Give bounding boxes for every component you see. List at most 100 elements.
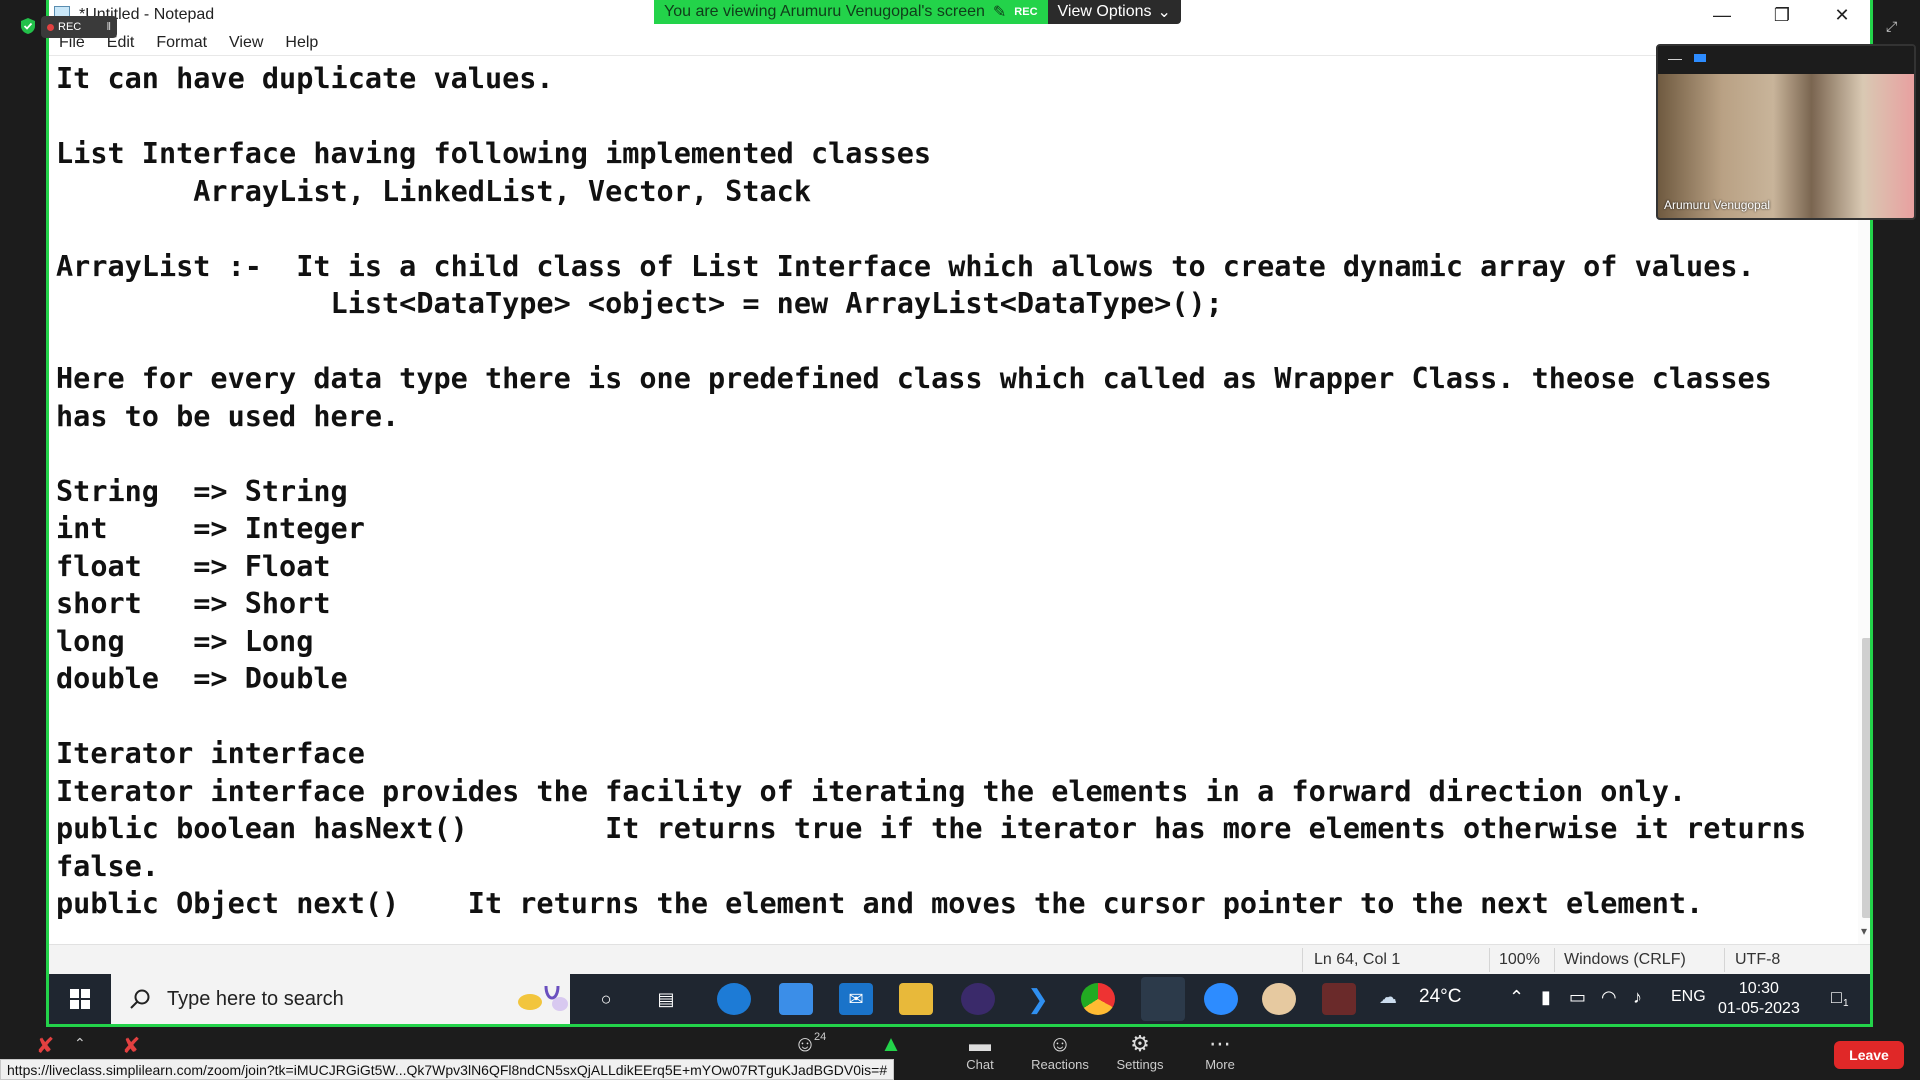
editor-line: short => Short — [56, 587, 331, 620]
taskbar-search[interactable]: Type here to search — [111, 974, 570, 1024]
line-ending: Windows (CRLF) — [1564, 951, 1686, 968]
mail-icon[interactable]: ✉ — [839, 983, 873, 1015]
editor-line: List Interface having following implemen… — [56, 137, 932, 170]
restore-icon[interactable]: ❐ — [1752, 0, 1812, 30]
menu-format[interactable]: Format — [156, 34, 207, 52]
status-divider — [1554, 948, 1555, 972]
menu-help[interactable]: Help — [285, 34, 318, 52]
stop-video-icon[interactable]: ✘ — [122, 1033, 140, 1059]
share-screen-button[interactable]: ▲ — [856, 1031, 926, 1057]
editor-line: It can have duplicate values. — [56, 62, 554, 95]
notification-icon[interactable]: □ — [1831, 987, 1842, 1008]
chat-button[interactable]: ▬ Chat — [945, 1031, 1015, 1072]
pause-record-icon[interactable]: ‖ — [106, 21, 111, 33]
windows-logo-icon — [70, 989, 90, 1009]
menu-view[interactable]: View — [229, 34, 263, 52]
reactions-button[interactable]: ☺ Reactions — [1025, 1031, 1095, 1072]
cursor-position: Ln 64, Col 1 — [1314, 951, 1401, 968]
search-placeholder: Type here to search — [167, 987, 344, 1010]
microphone-icon[interactable]: ▮ — [1541, 987, 1551, 1008]
weather-temperature[interactable]: 24°C — [1419, 986, 1461, 1008]
clock-date: 01-05-2023 — [1718, 1000, 1800, 1017]
chevron-up-icon[interactable]: ⌃ — [1509, 987, 1524, 1008]
recording-indicator[interactable]: REC ‖ — [41, 16, 117, 38]
chat-icon: ▬ — [969, 1031, 991, 1056]
notepad-taskbar-icon[interactable] — [1141, 977, 1185, 1021]
minimize-icon[interactable]: — — [1692, 0, 1752, 30]
shared-screen: *Untitled - Notepad — ❐ ✕ File Edit Form… — [46, 0, 1873, 1027]
gear-icon: ⚙ — [1130, 1031, 1150, 1056]
left-margin — [0, 0, 46, 1027]
editor-line: Iterator interface provides the facility… — [56, 774, 1687, 808]
zoom-app-icon[interactable] — [1204, 983, 1238, 1015]
video-layout-icon[interactable] — [1694, 54, 1706, 62]
scroll-down-icon[interactable]: ▾ — [1861, 924, 1867, 938]
windows-taskbar: Type here to search ○ ▤ ✉ ❯ ☁ 24°C ⌃ ▮ ▭… — [49, 974, 1870, 1024]
encoding: UTF-8 — [1735, 951, 1781, 968]
record-dot-icon — [47, 23, 54, 31]
editor-line: double => Double — [56, 662, 348, 695]
viewing-screen-label: You are viewing Arumuru Venugopal's scre… — [654, 0, 1048, 24]
reactions-label: Reactions — [1031, 1057, 1089, 1072]
participants-count: 24 — [814, 1031, 827, 1043]
chrome-icon[interactable] — [1081, 983, 1115, 1015]
settings-label: Settings — [1116, 1057, 1164, 1072]
editor-line: public Object next() It returns the elem… — [56, 887, 1704, 920]
chat-label: Chat — [966, 1057, 994, 1072]
exit-fullscreen-icon[interactable]: ⤢ — [1886, 18, 1897, 35]
minimize-video-icon[interactable]: — — [1668, 50, 1682, 66]
recording-label: REC — [58, 21, 82, 33]
store-icon[interactable] — [779, 983, 813, 1015]
more-button[interactable]: ⋯ More — [1185, 1031, 1255, 1072]
audio-options-chevron-icon[interactable]: ⌃ — [74, 1035, 86, 1052]
screen-share-banner: You are viewing Arumuru Venugopal's scre… — [654, 0, 1181, 24]
task-view-icon[interactable]: ▤ — [649, 983, 683, 1015]
participant-video[interactable]: — Arumuru Venugopal — [1656, 44, 1916, 220]
edge-icon[interactable] — [717, 983, 751, 1015]
participants-button[interactable]: ☺ 24 — [770, 1031, 840, 1057]
zoom-meeting-window: *Untitled - Notepad — ❐ ✕ File Edit Form… — [0, 0, 1920, 1080]
notification-count: 1 — [1843, 998, 1849, 1009]
cortana-icon[interactable]: ○ — [589, 983, 623, 1015]
text-editor[interactable]: It can have duplicate values. List Inter… — [49, 56, 1858, 944]
editor-line: String => String — [56, 474, 348, 508]
leave-meeting-button[interactable]: Leave — [1834, 1041, 1904, 1069]
shield-icon[interactable] — [20, 17, 36, 35]
editor-line: ArrayList, LinkedList, Vector, Stack — [56, 174, 811, 208]
vscode-icon[interactable]: ❯ — [1021, 983, 1055, 1015]
battery-icon[interactable]: ▭ — [1569, 987, 1586, 1008]
share-screen-icon: ▲ — [880, 1031, 902, 1056]
editor-line: has to be used here. — [56, 399, 400, 433]
zoom-level: 100% — [1499, 951, 1540, 968]
view-options-button[interactable]: View Options ⌄ — [1047, 0, 1181, 24]
settings-button[interactable]: ⚙ Settings — [1105, 1031, 1175, 1072]
paint-icon[interactable] — [1262, 983, 1296, 1015]
status-bar: Ln 64, Col 1 100% Windows (CRLF) UTF-8 — [49, 944, 1870, 974]
editor-content[interactable]: It can have duplicate values. List Inter… — [56, 60, 1858, 923]
editor-line: List<DataType> <object> = new ArrayList<… — [56, 287, 1223, 320]
volume-icon[interactable]: ♪ — [1633, 987, 1642, 1008]
clock-time: 10:30 — [1738, 980, 1779, 997]
editor-line: int => Integer — [56, 512, 365, 545]
editor-line: float => Float — [56, 549, 331, 583]
close-icon[interactable]: ✕ — [1812, 0, 1870, 30]
mute-microphone-icon[interactable]: ✘ — [36, 1033, 54, 1059]
status-divider — [1724, 948, 1725, 972]
annotate-icon[interactable]: ✎ — [993, 2, 1006, 22]
clock[interactable]: 10:30 01-05-2023 — [1718, 979, 1800, 1019]
start-button[interactable] — [49, 974, 111, 1024]
eclipse-icon[interactable] — [961, 983, 995, 1015]
participant-name: Arumuru Venugopal — [1664, 198, 1771, 212]
wifi-icon[interactable]: ◠ — [1601, 987, 1617, 1008]
language-indicator[interactable]: ENG — [1671, 988, 1706, 1006]
reactions-icon: ☺ — [1048, 1031, 1072, 1056]
file-explorer-icon[interactable] — [899, 983, 933, 1015]
weather-icon[interactable]: ☁ — [1379, 987, 1397, 1008]
notepad-menu-bar: File Edit Format View Help — [49, 30, 1870, 56]
search-icon — [130, 989, 150, 1009]
editor-line: Here for every data type there is one pr… — [56, 362, 1772, 395]
viewing-screen-text: You are viewing Arumuru Venugopal's scre… — [664, 3, 985, 20]
app-badge-icon[interactable] — [1322, 983, 1356, 1015]
status-divider — [1489, 948, 1490, 972]
scrollbar-thumb[interactable] — [1862, 638, 1870, 918]
